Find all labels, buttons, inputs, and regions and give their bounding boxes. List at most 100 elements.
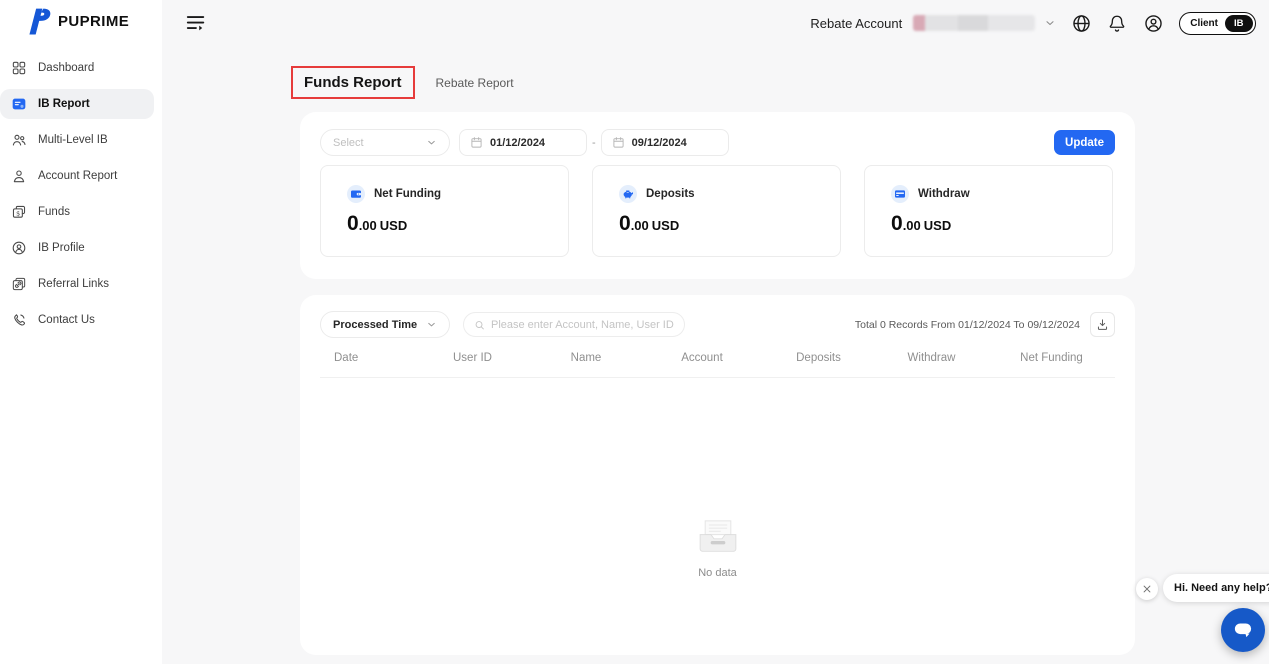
empty-state: No data [300,517,1135,579]
chevron-down-icon [428,322,435,327]
rebate-account-value-redacted[interactable] [913,15,1036,31]
date-from-value: 01/12/2024 [490,136,546,149]
report-tabs: Funds Report Rebate Report [291,66,514,99]
sidebar-item-label: Dashboard [38,62,95,74]
chat-launcher-button[interactable] [1221,608,1265,652]
globe-icon[interactable] [1071,13,1092,34]
download-icon [1097,319,1108,330]
menu-icon[interactable] [185,12,207,34]
download-button[interactable] [1090,312,1115,337]
sidebar-item-contact-us[interactable]: Contact Us [0,302,154,338]
sidebar-item-label: Account Report [38,170,118,182]
header-actions: Rebate Account Client IB [810,10,1256,36]
user-icon[interactable] [1143,13,1164,34]
search-input[interactable] [490,318,674,331]
sidebar-item-referral-links[interactable]: Referral Links [0,266,154,302]
brand-name: PUPRIME [58,13,130,30]
records-summary: Total 0 Records From 01/12/2024 To 09/12… [854,318,1080,331]
select-placeholder: Select [333,136,364,149]
piggy-bank-icon [619,185,637,203]
stat-value-frac: .00 [902,218,921,233]
referral-links-icon [11,276,27,292]
rebate-account-label: Rebate Account [810,15,903,31]
table-header-row: Date User ID Name Account Deposits Withd… [320,352,1115,378]
column-header-deposits: Deposits [796,352,841,364]
calendar-icon [613,137,624,148]
sidebar-item-label: Contact Us [38,314,95,326]
chevron-down-icon [428,140,435,145]
wallet-icon [347,185,365,203]
sidebar: PUPRIME Dashboard IB Report Multi-Level … [0,0,162,664]
column-header-name: Name [570,352,602,364]
sidebar-item-label: IB Report [38,98,90,110]
bell-icon[interactable] [1107,13,1128,34]
funds-icon: $ [11,204,27,220]
stat-currency: USD [923,218,952,233]
tab-funds-report[interactable]: Funds Report [291,66,415,99]
stat-value-int: 0 [619,212,631,235]
column-header-account: Account [681,352,723,364]
sidebar-item-multi-level-ib[interactable]: Multi-Level IB [0,122,154,158]
toggle-ib-pill[interactable]: IB [1225,14,1253,32]
calendar-icon [471,137,482,148]
stat-value: 0.00 USD [347,212,568,236]
column-header-date: Date [334,352,359,364]
sidebar-item-account-report[interactable]: Account Report [0,158,154,194]
date-to-value: 09/12/2024 [631,136,687,149]
records-panel: Processed Time Total 0 Records From 01/1… [300,295,1135,655]
stat-value: 0.00 USD [619,212,840,236]
update-button[interactable]: Update [1054,130,1115,155]
dashboard-icon [11,60,27,76]
filter-row: Select 01/12/2024 - 09/12/2024 Update [320,129,1115,156]
report-icon [11,96,27,112]
stat-cards: Net Funding 0.00 USD Deposits 0.00 USD W… [320,165,1113,257]
stat-currency: USD [379,218,408,233]
phone-icon [11,312,27,328]
date-range-separator: - [592,136,596,149]
date-from-input[interactable]: 01/12/2024 [459,129,587,156]
toggle-client-label[interactable]: Client [1190,18,1218,29]
table-toolbar: Processed Time Total 0 Records From 01/1… [320,311,1115,338]
x-icon [1143,585,1151,593]
client-ib-toggle[interactable]: Client IB [1179,11,1256,35]
chevron-down-icon[interactable] [1044,17,1056,29]
sidebar-item-label: Multi-Level IB [38,134,108,146]
column-header-net-funding: Net Funding [1020,352,1083,364]
sidebar-item-ib-profile[interactable]: IB Profile [0,230,154,266]
app-root: PUPRIME Dashboard IB Report Multi-Level … [0,0,1269,664]
stat-value: 0.00 USD [891,212,1112,236]
chat-close-button[interactable] [1136,578,1158,600]
stat-label: Withdraw [918,188,970,200]
column-header-withdraw: Withdraw [907,352,956,364]
sidebar-item-label: Funds [38,206,70,218]
search-box[interactable] [463,312,685,337]
chat-bubble-icon [1234,623,1252,638]
stat-card-net-funding: Net Funding 0.00 USD [320,165,569,257]
account-select[interactable]: Select [320,129,450,156]
sidebar-nav: Dashboard IB Report Multi-Level IB Accou… [0,50,162,338]
empty-box-icon [699,520,736,552]
profile-icon [11,240,27,256]
funds-summary-panel: Select 01/12/2024 - 09/12/2024 Update Ne… [300,112,1135,279]
stat-value-int: 0 [347,212,359,235]
stat-value-int: 0 [891,212,903,235]
sidebar-item-dashboard[interactable]: Dashboard [0,50,154,86]
stat-currency: USD [651,218,680,233]
chat-tooltip[interactable]: Hi. Need any help? [1163,574,1269,602]
credit-card-icon [891,185,909,203]
tab-rebate-report[interactable]: Rebate Report [436,76,514,90]
sort-select[interactable]: Processed Time [320,311,450,338]
stat-card-deposits: Deposits 0.00 USD [592,165,841,257]
stat-value-frac: .00 [358,218,377,233]
search-icon [475,320,484,329]
puprime-logo-icon [29,8,51,35]
column-header-user-id: User ID [453,352,492,364]
stat-card-withdraw: Withdraw 0.00 USD [864,165,1113,257]
empty-text: No data [698,567,737,579]
account-report-icon [11,168,27,184]
stat-label: Deposits [646,188,695,200]
sidebar-item-label: IB Profile [38,242,85,254]
sidebar-item-ib-report[interactable]: IB Report [0,89,154,119]
date-to-input[interactable]: 09/12/2024 [600,129,729,156]
sidebar-item-funds[interactable]: $ Funds [0,194,154,230]
